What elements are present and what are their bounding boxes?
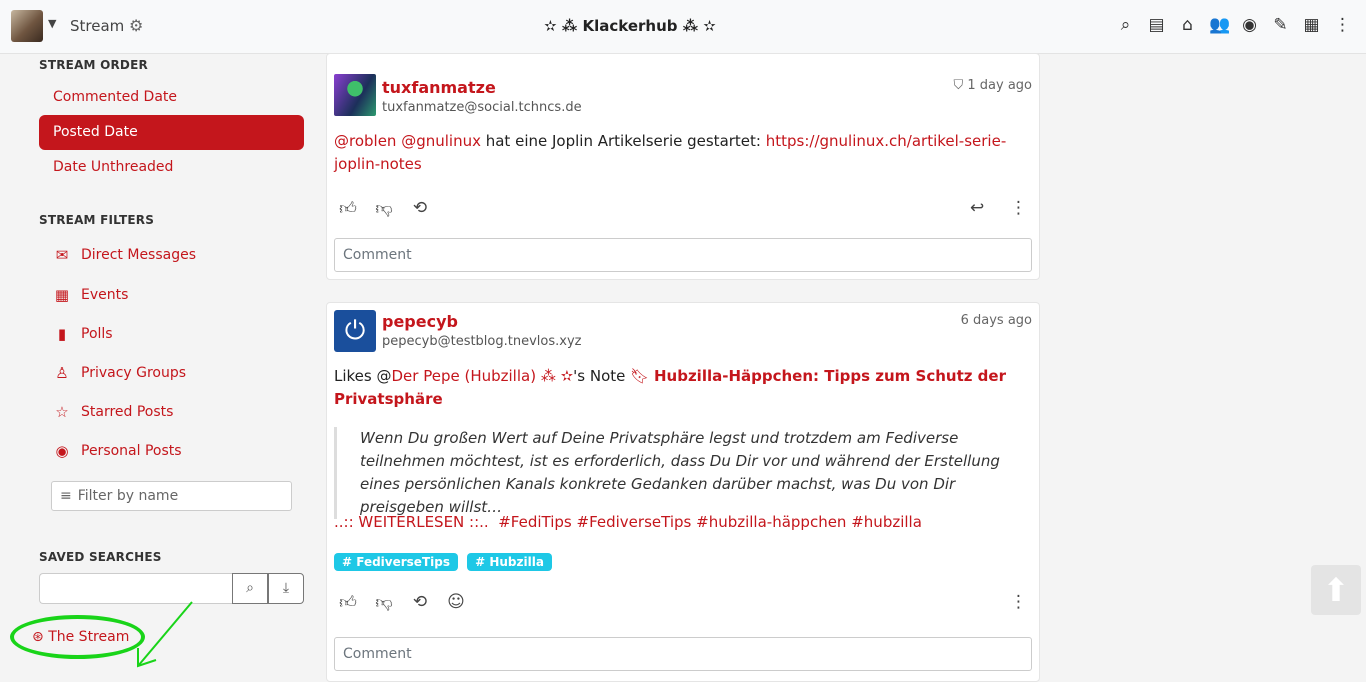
post-body: @roblen @gnulinux hat eine Joplin Artike… <box>334 130 1032 176</box>
post-card: tuxfanmatze tuxfanmatze@social.tchncs.de… <box>326 53 1040 280</box>
filter-label: Personal Posts <box>81 443 182 459</box>
author-name[interactable]: pepecyb <box>382 312 458 331</box>
post-hashtags: ..:: WEITERLESEN ::.. #FediTips #Fediver… <box>334 511 1032 534</box>
hashtag[interactable]: #hubzilla <box>851 513 922 531</box>
thumbs-down-icon[interactable]: 👎︎ <box>373 198 395 219</box>
edit-icon[interactable]: ✎ <box>1271 14 1290 36</box>
shield-icon: ⛉ <box>953 78 964 93</box>
post-time-text: 1 day ago <box>967 78 1032 93</box>
poll-icon: ▮ <box>57 325 67 343</box>
post-card: ⏻ pepecyb pepecyb@testblog.tnevlos.xyz 6… <box>326 302 1040 682</box>
highlight-arrow <box>137 601 193 668</box>
envelope-icon: ✉ <box>55 246 69 264</box>
tag-badge[interactable]: # FediverseTips <box>334 553 458 571</box>
filter-polls[interactable]: ▮ Polls <box>53 322 113 346</box>
author-avatar[interactable]: ⏻ <box>334 310 376 352</box>
top-navbar: ▼ Stream ⚙ ✫ ⁂ Klackerhub ⁂ ✫ ⌕ ▤ ⌂ 👥 ◉ … <box>0 0 1366 54</box>
bookmark-icon: 🔖︎ <box>630 367 650 385</box>
person-circle-icon: ◉ <box>55 442 69 460</box>
filter-personal-posts[interactable]: ◉ Personal Posts <box>53 439 182 463</box>
tag-label: FediverseTips <box>356 555 450 569</box>
thumbs-down-icon[interactable]: 👎︎ <box>373 592 395 613</box>
filter-starred-posts[interactable]: ☆ Starred Posts <box>53 400 173 424</box>
gear-icon[interactable]: ⚙ <box>129 16 143 35</box>
save-search-icon[interactable]: ⤓ <box>268 573 304 604</box>
smile-icon[interactable]: ☺ <box>445 592 467 613</box>
hashtag[interactable]: #FediTips <box>498 513 572 531</box>
hashtag[interactable]: #FediverseTips <box>577 513 692 531</box>
nav-icon-bar: ⌕ ▤ ⌂ 👥 ◉ ✎ ▦ ⋮ <box>1116 14 1352 36</box>
reply-icon[interactable]: ↩ <box>970 198 984 218</box>
filter-icon: ≡ <box>60 488 72 504</box>
post-quote: Wenn Du großen Wert auf Deine Privatsphä… <box>334 427 1020 519</box>
post-actions: 👍︎ 👎︎ ⟲ ☺ <box>337 592 467 613</box>
filter-events[interactable]: ▦ Events <box>53 283 129 307</box>
liked-author[interactable]: Der Pepe (Hubzilla) ⁂ ✫ <box>392 367 574 385</box>
profile-icon[interactable]: ◉ <box>1240 14 1259 36</box>
calendar-icon: ▦ <box>54 286 70 304</box>
order-commented-date[interactable]: Commented Date <box>39 80 304 115</box>
stream-order-heading: STREAM ORDER <box>39 58 148 72</box>
thumbs-up-icon[interactable]: 👍︎ <box>337 198 359 219</box>
sidebar: STREAM ORDER Commented Date Posted Date … <box>0 53 320 669</box>
home-icon[interactable]: ⌂ <box>1178 14 1197 36</box>
filter-label: Events <box>81 287 129 303</box>
author-name[interactable]: tuxfanmatze <box>382 78 496 97</box>
repeat-icon[interactable]: ⟲ <box>409 592 431 613</box>
more-icon[interactable]: ⋮ <box>1010 592 1027 612</box>
filter-label: Direct Messages <box>81 247 197 263</box>
more-icon[interactable]: ⋮ <box>1010 198 1027 218</box>
likes-prefix: Likes @ <box>334 367 392 385</box>
page-title: Stream <box>70 17 125 35</box>
post-time: ⛉ 1 day ago <box>953 78 1032 93</box>
news-icon[interactable]: ▤ <box>1147 14 1166 36</box>
scroll-to-top-button[interactable]: ⬆ <box>1311 565 1361 615</box>
apps-icon[interactable]: ▦ <box>1302 14 1321 36</box>
repeat-icon[interactable]: ⟲ <box>409 198 431 219</box>
post-time: 6 days ago <box>960 313 1032 328</box>
post-body: Likes @Der Pepe (Hubzilla) ⁂ ✫'s Note 🔖︎… <box>334 365 1032 411</box>
author-address: tuxfanmatze@social.tchncs.de <box>382 100 582 115</box>
search-icon[interactable]: ⌕ <box>232 573 268 604</box>
filter-privacy-groups[interactable]: ♙ Privacy Groups <box>53 361 186 385</box>
filter-label: Starred Posts <box>81 404 174 420</box>
thumbs-up-icon[interactable]: 👍︎ <box>337 592 359 613</box>
filter-placeholder: Filter by name <box>77 488 179 504</box>
tag-label: Hubzilla <box>489 555 544 569</box>
author-address: pepecyb@testblog.tnevlos.xyz <box>382 334 582 349</box>
post-actions: 👍︎ 👎︎ ⟲ <box>337 198 431 219</box>
filter-label: Privacy Groups <box>81 365 187 381</box>
filter-label: Polls <box>81 326 113 342</box>
user-avatar[interactable] <box>11 10 43 42</box>
author-avatar[interactable] <box>334 74 376 116</box>
chevron-down-icon[interactable]: ▼ <box>48 17 56 30</box>
comment-field[interactable]: Comment <box>334 238 1032 272</box>
tag-list: # FediverseTips # Hubzilla <box>334 551 556 571</box>
note-suffix: 's Note <box>573 367 626 385</box>
filter-direct-messages[interactable]: ✉ Direct Messages <box>53 243 196 267</box>
more-icon[interactable]: ⋮ <box>1333 14 1352 36</box>
post-text: hat eine Joplin Artikelserie gestartet: <box>480 132 766 150</box>
read-more-link[interactable]: ..:: WEITERLESEN ::.. <box>334 513 489 531</box>
order-posted-date[interactable]: Posted Date <box>39 115 304 150</box>
stream-filters-heading: STREAM FILTERS <box>39 213 155 227</box>
star-icon: ☆ <box>55 403 69 421</box>
saved-searches-heading: SAVED SEARCHES <box>39 550 162 564</box>
tag-badge[interactable]: # Hubzilla <box>467 553 552 571</box>
comment-field[interactable]: Comment <box>334 637 1032 671</box>
site-brand[interactable]: ✫ ⁂ Klackerhub ⁂ ✫ <box>540 17 720 35</box>
search-icon[interactable]: ⌕ <box>1116 14 1135 36</box>
hashtag[interactable]: #hubzilla-häppchen <box>696 513 846 531</box>
order-date-unthreaded[interactable]: Date Unthreaded <box>39 150 304 185</box>
post-mentions[interactable]: @roblen @gnulinux <box>334 132 481 150</box>
highlight-circle <box>10 615 145 659</box>
contacts-icon[interactable]: 👥 <box>1209 14 1230 36</box>
person-icon: ♙ <box>55 364 69 382</box>
filter-by-name-input[interactable]: ≡ Filter by name <box>51 481 292 511</box>
